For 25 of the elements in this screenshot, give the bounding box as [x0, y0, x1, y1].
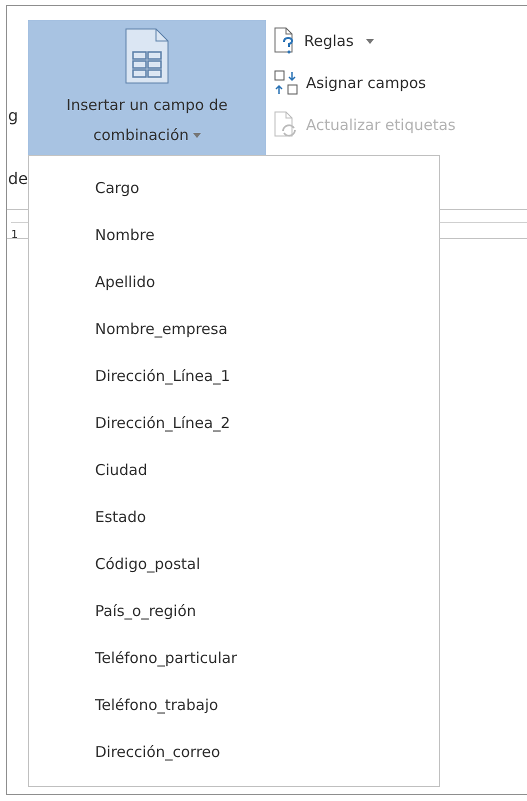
document-question-icon — [274, 27, 296, 55]
ribbon-command[interactable]: Asignar campos — [274, 66, 456, 100]
menu-item[interactable]: Teléfono_trabajo — [29, 681, 439, 728]
menu-item[interactable]: País_o_región — [29, 587, 439, 634]
menu-item[interactable]: Dirección_Línea_1 — [29, 352, 439, 399]
menu-item[interactable]: Estado — [29, 493, 439, 540]
menu-item[interactable]: Ciudad — [29, 446, 439, 493]
document-table-icon — [125, 28, 169, 84]
menu-item[interactable]: Teléfono_particular — [29, 634, 439, 681]
caret-icon — [192, 133, 201, 138]
group-label: de — [8, 169, 28, 188]
menu-item[interactable]: Nombre — [29, 211, 439, 258]
document-refresh-icon — [274, 111, 298, 139]
menu-item[interactable]: Nombre_empresa — [29, 305, 439, 352]
ribbon-label: g — [8, 106, 18, 125]
menu-item[interactable]: Dirección_Línea_2 — [29, 399, 439, 446]
ruler-number: 1 — [11, 228, 18, 241]
menu-item[interactable]: Dirección_correo — [29, 728, 439, 775]
menu-item[interactable]: Código_postal — [29, 540, 439, 587]
swap-fields-icon — [274, 70, 298, 96]
menu-item[interactable]: Apellido — [29, 258, 439, 305]
insert-merge-field-button[interactable]: Insertar un campo de combinación — [28, 20, 266, 155]
caret-icon — [366, 38, 374, 44]
menu-item[interactable]: Cargo — [29, 164, 439, 211]
ribbon-command[interactable]: Reglas — [274, 24, 456, 58]
